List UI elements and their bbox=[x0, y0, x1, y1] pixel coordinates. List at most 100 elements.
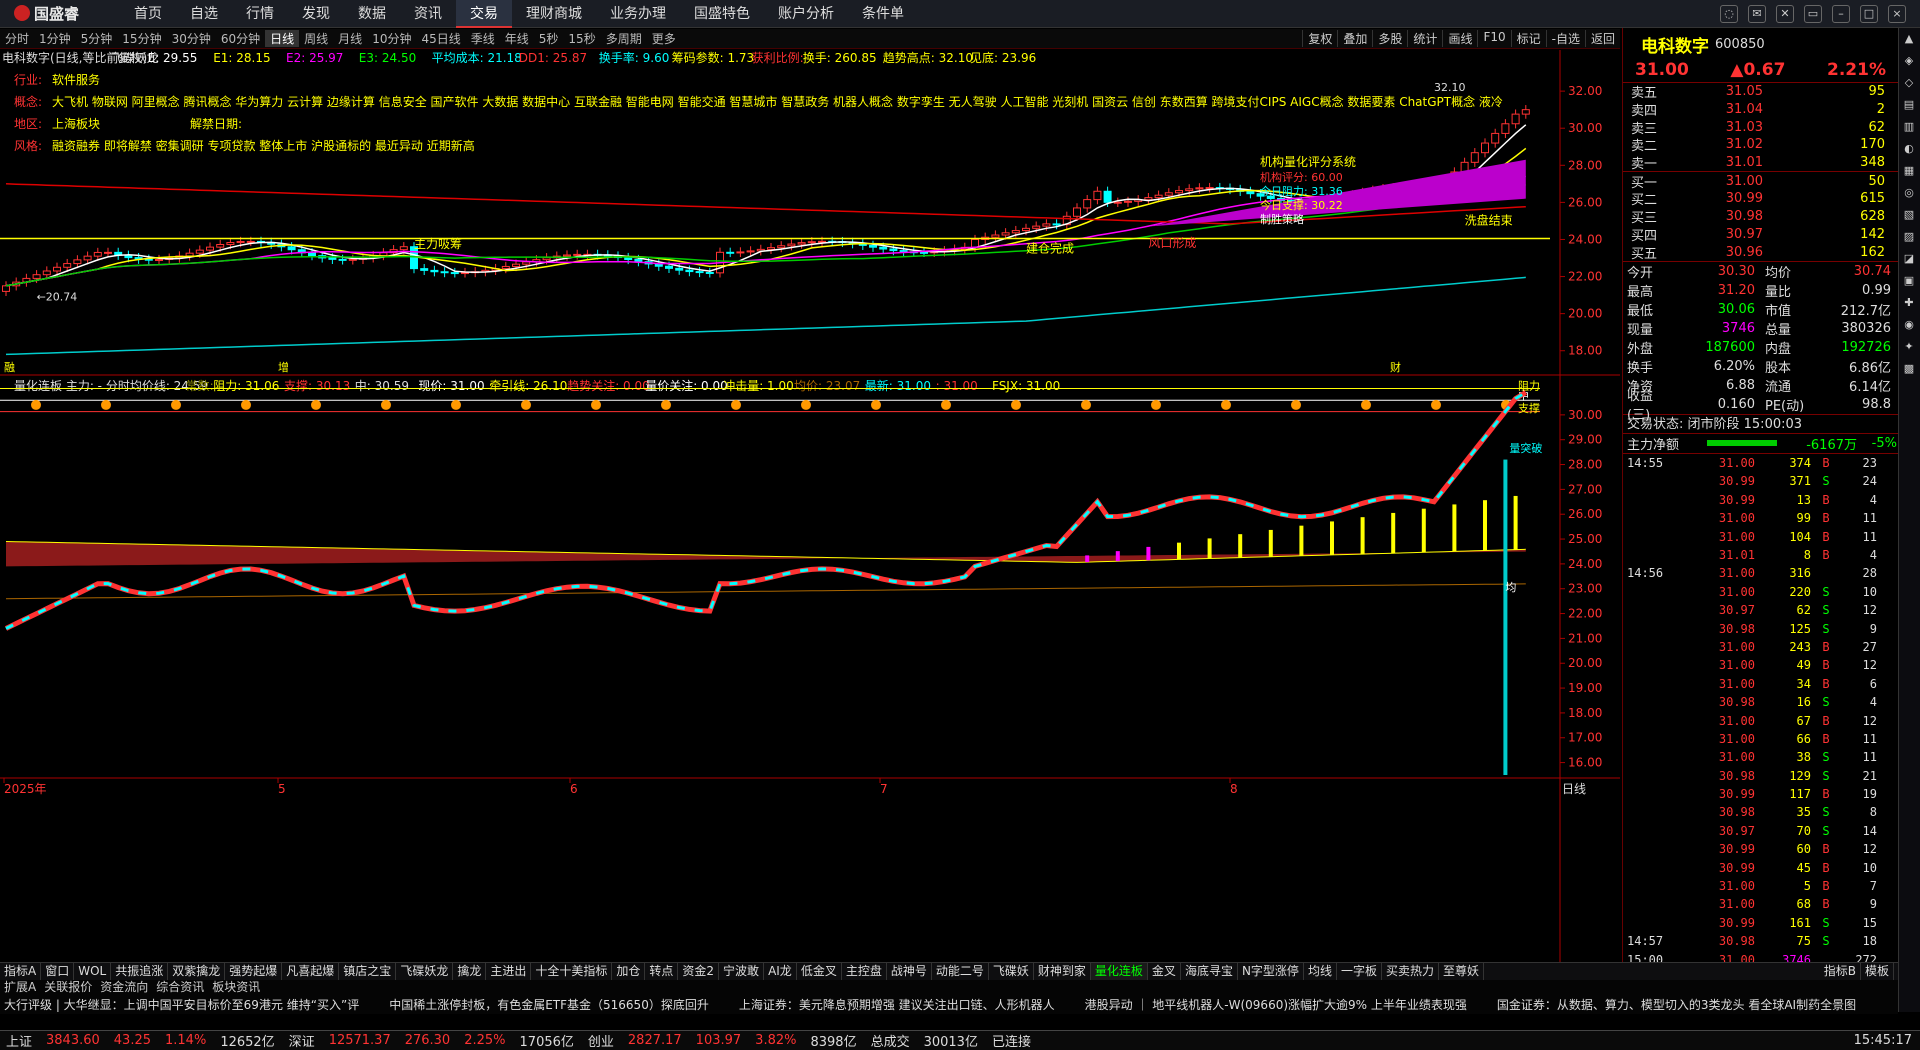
nav-item[interactable]: 行情 bbox=[232, 0, 288, 28]
indicator-tab[interactable]: 买卖热力 bbox=[1382, 963, 1439, 980]
tick-list[interactable]: 14:55 31.00 374 B 23 30.99 371 S 24 30.99 13 B 4 31.0… bbox=[1623, 452, 1898, 969]
arrow-up-icon[interactable]: ▲ bbox=[1899, 28, 1919, 50]
period-tab[interactable]: 多周期 bbox=[601, 30, 647, 47]
indicator-tab[interactable]: 一字板 bbox=[1337, 963, 1382, 980]
period-tab[interactable]: 15分钟 bbox=[117, 30, 166, 47]
tool-icon[interactable]: ◪ bbox=[1899, 248, 1919, 270]
period-tab[interactable]: 5秒 bbox=[534, 30, 564, 47]
indicator-tab[interactable]: 飞碟妖 bbox=[989, 963, 1034, 980]
screen-icon[interactable]: ▭ bbox=[1804, 4, 1822, 23]
tool-icon[interactable]: ▥ bbox=[1899, 116, 1919, 138]
ask-row[interactable]: 卖五 31.05 95 bbox=[1623, 83, 1898, 101]
indicator-tab[interactable]: 海底寻宝 bbox=[1181, 963, 1238, 980]
indicator-tab[interactable]: 指标A bbox=[0, 963, 42, 980]
tool-icon[interactable]: ◈ bbox=[1899, 50, 1919, 72]
tool-icon[interactable]: ◇ bbox=[1899, 72, 1919, 94]
period-tab[interactable]: 30分钟 bbox=[167, 30, 216, 47]
news-item[interactable]: 大行评级 | 大华继显：上调中国平安目标价至69港元 维持“买入”评 bbox=[4, 996, 359, 1014]
period-tab[interactable]: 10分钟 bbox=[367, 30, 416, 47]
indicator-tab[interactable]: 至尊妖 bbox=[1439, 963, 1484, 980]
indicator-tab[interactable]: 强势起爆 bbox=[225, 963, 283, 980]
tool-icon[interactable]: ◉ bbox=[1899, 314, 1919, 336]
chart-tool-button[interactable]: 多股 bbox=[1372, 30, 1407, 47]
cy-index-label[interactable]: 创业 bbox=[588, 1031, 614, 1050]
nav-item[interactable]: 业务办理 bbox=[596, 0, 680, 28]
info-tab[interactable]: 综合资讯 bbox=[152, 980, 208, 996]
mail-icon[interactable]: ✉ bbox=[1748, 4, 1766, 23]
news-item[interactable]: 港股异动 ｜ 地平线机器人-W(09660)涨幅扩大逾9% 上半年业绩表现强 bbox=[1085, 996, 1467, 1014]
tool-icon[interactable]: ▣ bbox=[1899, 270, 1919, 292]
nav-item[interactable]: 自选 bbox=[176, 0, 232, 28]
info-tab[interactable]: 关联报价 bbox=[40, 980, 96, 996]
period-tab[interactable]: 年线 bbox=[500, 30, 534, 47]
info-tab[interactable]: 资金流向 bbox=[96, 980, 152, 996]
tool-icon[interactable]: ▧ bbox=[1899, 204, 1919, 226]
close-icon[interactable]: × bbox=[1888, 4, 1906, 23]
ask-row[interactable]: 卖二 31.02 170 bbox=[1623, 136, 1898, 154]
indicator-tab[interactable]: N字型涨停 bbox=[1238, 963, 1304, 980]
tools-icon[interactable]: ✕ bbox=[1776, 4, 1794, 23]
bid-row[interactable]: 买三 30.98 628 bbox=[1623, 208, 1898, 226]
indicator-tab[interactable]: 加仓 bbox=[612, 963, 646, 980]
nav-item[interactable]: 数据 bbox=[344, 0, 400, 28]
chart-tool-button[interactable]: -自选 bbox=[1545, 30, 1585, 47]
kline-chart[interactable]: 电科数字(日线,等比前复权)飞碟妖龙E: 29.55 E1: 28.15 E2: 2… bbox=[0, 50, 1620, 962]
nav-item[interactable]: 条件单 bbox=[848, 0, 918, 28]
chart-tool-button[interactable]: 统计 bbox=[1407, 30, 1442, 47]
period-tab[interactable]: 周线 bbox=[299, 30, 333, 47]
period-tab[interactable]: 45日线 bbox=[416, 30, 465, 47]
sz-index-label[interactable]: 深证 bbox=[289, 1031, 315, 1050]
nav-item[interactable]: 首页 bbox=[120, 0, 176, 28]
indicator-tab[interactable]: 模板 bbox=[1861, 963, 1894, 980]
chart-tool-button[interactable]: 画线 bbox=[1442, 30, 1477, 47]
news-item[interactable]: 国金证券：从数据、算力、模型切入的3类龙头 看全球AI制药全景图 bbox=[1497, 996, 1856, 1014]
period-tab[interactable]: 15秒 bbox=[563, 30, 600, 47]
news-ticker[interactable]: 大行评级 | 大华继显：上调中国平安目标价至69港元 维持“买入”评 中国稀土涨停… bbox=[0, 996, 1898, 1014]
indicator-tab[interactable]: 财神到家 bbox=[1034, 963, 1091, 980]
indicator-tab[interactable]: 共振追涨 bbox=[111, 963, 169, 980]
period-tab[interactable]: 1分钟 bbox=[34, 30, 76, 47]
indicator-tab[interactable]: 主进出 bbox=[486, 963, 532, 980]
maximize-icon[interactable]: □ bbox=[1860, 4, 1878, 23]
period-tab[interactable]: 季线 bbox=[466, 30, 500, 47]
indicator-tab[interactable]: 低金叉 bbox=[797, 963, 842, 980]
bid-row[interactable]: 买一 31.00 50 bbox=[1623, 172, 1898, 191]
indicator-tab[interactable]: 转点 bbox=[645, 963, 679, 980]
indicator-tab[interactable]: 窗口 bbox=[41, 963, 75, 980]
nav-item[interactable]: 交易 bbox=[456, 0, 512, 28]
news-item[interactable]: 上海证券：美元降息预期增强 建议关注出口链、人形机器人 bbox=[739, 996, 1055, 1014]
chart-tool-button[interactable]: 叠加 bbox=[1337, 30, 1372, 47]
chart-tool-button[interactable]: 标记 bbox=[1510, 30, 1546, 47]
chat-icon[interactable]: ◌ bbox=[1720, 4, 1738, 23]
indicator-tab[interactable]: 指标B bbox=[1820, 963, 1861, 980]
tool-icon[interactable]: ✚ bbox=[1899, 292, 1919, 314]
tool-icon[interactable]: ◐ bbox=[1899, 138, 1919, 160]
indicator-tab[interactable]: 资金2 bbox=[678, 963, 720, 980]
chart-tool-button[interactable]: 复权 bbox=[1302, 30, 1337, 47]
nav-item[interactable]: 国盛特色 bbox=[680, 0, 764, 28]
tool-icon[interactable]: ◎ bbox=[1899, 182, 1919, 204]
tool-icon[interactable]: ▨ bbox=[1899, 226, 1919, 248]
tool-icon[interactable]: ✦ bbox=[1899, 336, 1919, 358]
indicator-tab[interactable]: 十全十美指标 bbox=[531, 963, 613, 980]
tool-icon[interactable]: ▦ bbox=[1899, 160, 1919, 182]
indicator-tab[interactable]: 凡喜起爆 bbox=[282, 963, 340, 980]
bid-row[interactable]: 买二 30.99 615 bbox=[1623, 190, 1898, 208]
sh-index-label[interactable]: 上证 bbox=[6, 1031, 32, 1050]
indicator-tab[interactable]: 擒龙 bbox=[453, 963, 487, 980]
indicator-tab[interactable]: 动能二号 bbox=[932, 963, 989, 980]
period-tab[interactable]: 月线 bbox=[333, 30, 367, 47]
nav-item[interactable]: 账户分析 bbox=[764, 0, 848, 28]
period-tab[interactable]: 更多 bbox=[647, 30, 681, 47]
nav-item[interactable]: 发现 bbox=[288, 0, 344, 28]
indicator-tab[interactable]: 飞碟妖龙 bbox=[396, 963, 454, 980]
news-item[interactable]: 中国稀土涨停封板，有色金属ETF基金（516650）探底回升 bbox=[389, 996, 709, 1014]
minimize-icon[interactable]: – bbox=[1832, 4, 1850, 23]
period-tab[interactable]: 5分钟 bbox=[76, 30, 118, 47]
indicator-tab[interactable]: 镇店之宝 bbox=[339, 963, 397, 980]
bid-row[interactable]: 买五 30.96 162 bbox=[1623, 243, 1898, 262]
chart-tool-button[interactable]: F10 bbox=[1477, 30, 1510, 47]
ask-row[interactable]: 卖一 31.01 348 bbox=[1623, 154, 1898, 172]
ask-row[interactable]: 卖四 31.04 2 bbox=[1623, 101, 1898, 119]
nav-item[interactable]: 理财商城 bbox=[512, 0, 596, 28]
